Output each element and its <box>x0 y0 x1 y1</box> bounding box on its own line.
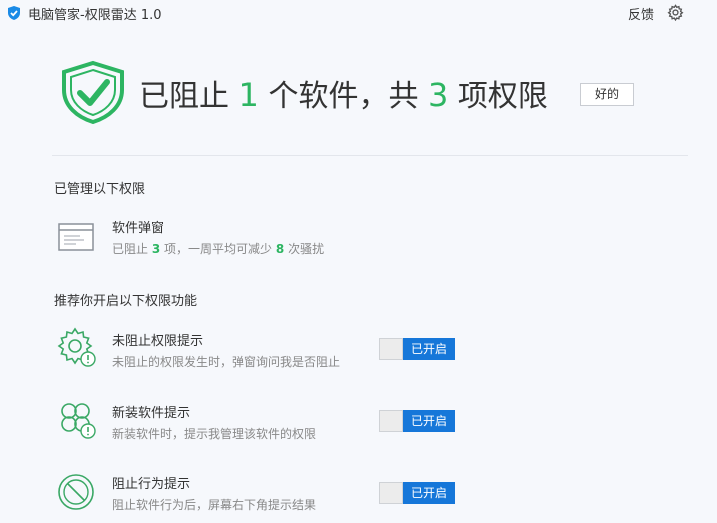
summary-suffix: 项权限 <box>457 79 548 114</box>
ok-button[interactable]: 好的 <box>580 83 634 106</box>
block-behavior-alert-title: 阻止行为提示 <box>112 477 191 492</box>
title-bar: 电脑管家-权限雷达 1.0 反馈 <box>0 0 717 26</box>
desc-suffix: 次骚扰 <box>288 242 325 256</box>
desc-mid: 项，一周平均可减少 <box>164 242 273 256</box>
window-icon <box>58 223 94 251</box>
popup-permission-desc: 已阻止 3 项，一周平均可减少 8 次骚扰 <box>112 240 324 257</box>
unblocked-alert-title: 未阻止权限提示 <box>112 334 204 349</box>
gear-icon[interactable] <box>667 4 684 21</box>
feedback-link[interactable]: 反馈 <box>628 4 654 23</box>
new-software-alert-toggle[interactable]: 已开启 <box>379 410 455 432</box>
blocked-count: 3 <box>151 242 161 256</box>
software-count: 1 <box>238 76 259 114</box>
recommend-section-title: 推荐你开启以下权限功能 <box>54 294 198 309</box>
unblocked-alert-desc: 未阻止的权限发生时，弹窗询问我是否阻止 <box>112 355 341 369</box>
summary-middle: 个软件，共 <box>268 79 419 114</box>
gear-alert-icon <box>57 327 96 367</box>
toggle-knob <box>379 482 403 504</box>
managed-section-title: 已管理以下权限 <box>54 182 146 197</box>
popup-permission-title: 软件弹窗 <box>112 221 165 236</box>
window-title: 电脑管家-权限雷达 1.0 <box>28 8 162 23</box>
block-behavior-alert-toggle[interactable]: 已开启 <box>379 482 455 504</box>
shield-check-icon <box>62 60 124 124</box>
permission-count: 3 <box>428 76 449 114</box>
toggle-label: 已开启 <box>403 410 455 432</box>
unblocked-alert-toggle[interactable]: 已开启 <box>379 338 455 360</box>
block-behavior-alert-desc: 阻止软件行为后，屏幕右下角提示结果 <box>112 498 317 512</box>
toggle-label: 已开启 <box>403 482 455 504</box>
toggle-knob <box>379 410 403 432</box>
new-software-alert-desc: 新装软件时，提示我管理该软件的权限 <box>112 427 317 441</box>
desc-prefix: 已阻止 <box>112 242 149 256</box>
toggle-knob <box>379 338 403 360</box>
divider <box>52 155 688 156</box>
summary-prefix: 已阻止 <box>139 79 229 114</box>
app-shield-icon <box>8 6 20 20</box>
summary-headline: 已阻止 1 个软件，共 3 项权限 <box>139 73 548 119</box>
new-software-alert-title: 新装软件提示 <box>112 406 191 421</box>
clover-alert-icon <box>61 403 96 439</box>
toggle-label: 已开启 <box>403 338 455 360</box>
reduced-count: 8 <box>275 242 285 256</box>
block-icon <box>58 474 94 510</box>
